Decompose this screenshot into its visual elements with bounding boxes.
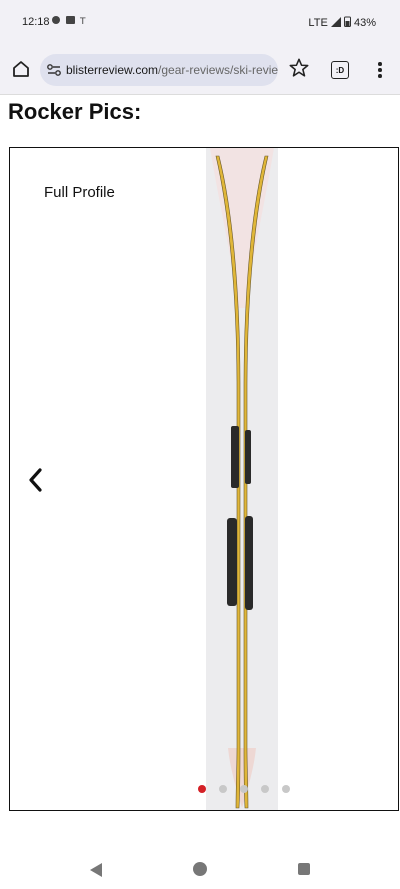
tabs-button[interactable]: :D (331, 61, 349, 79)
status-right: LTE 43% (308, 16, 376, 29)
tabs-icon: :D (335, 65, 345, 75)
home-button[interactable] (8, 56, 34, 82)
ski-rocker-image (206, 148, 278, 810)
url-host: blisterreview.com (66, 63, 159, 77)
network-label: LTE (308, 17, 328, 29)
page-title: Rocker Pics: (8, 99, 142, 124)
url-path: /gear-reviews/ski-revie (158, 63, 278, 77)
slider-dot[interactable] (282, 785, 290, 793)
site-settings-icon[interactable] (46, 62, 62, 78)
battery-icon (343, 16, 351, 27)
slider-dot[interactable] (198, 785, 206, 793)
battery-percent: 43% (353, 17, 376, 29)
notification-icons: T (52, 15, 92, 28)
status-time: 12:18 (22, 16, 50, 28)
slider-dot[interactable] (240, 785, 248, 793)
back-icon[interactable] (89, 862, 103, 878)
menu-icon[interactable] (370, 58, 390, 82)
chevron-left-icon[interactable] (24, 464, 48, 496)
browser-toolbar: blisterreview.com/gear-reviews/ski-revie… (0, 46, 400, 95)
home-icon (13, 61, 29, 77)
star-icon[interactable] (288, 57, 310, 79)
signal-icon (330, 17, 341, 27)
home-nav-icon[interactable] (193, 862, 207, 876)
recents-icon[interactable] (298, 863, 310, 875)
url-text: blisterreview.com/gear-reviews/ski-revie (66, 63, 278, 77)
notification-icon: T (52, 16, 90, 27)
svg-text:T: T (79, 17, 90, 25)
status-bar: 12:18 T LTE 43% (0, 0, 400, 46)
slide-caption: Full Profile (44, 184, 115, 201)
slider-dot[interactable] (219, 785, 227, 793)
image-slider: Full Profile (9, 147, 399, 811)
system-nav-bar (0, 840, 400, 889)
slider-dot[interactable] (261, 785, 269, 793)
address-bar[interactable]: blisterreview.com/gear-reviews/ski-revie (40, 54, 278, 86)
